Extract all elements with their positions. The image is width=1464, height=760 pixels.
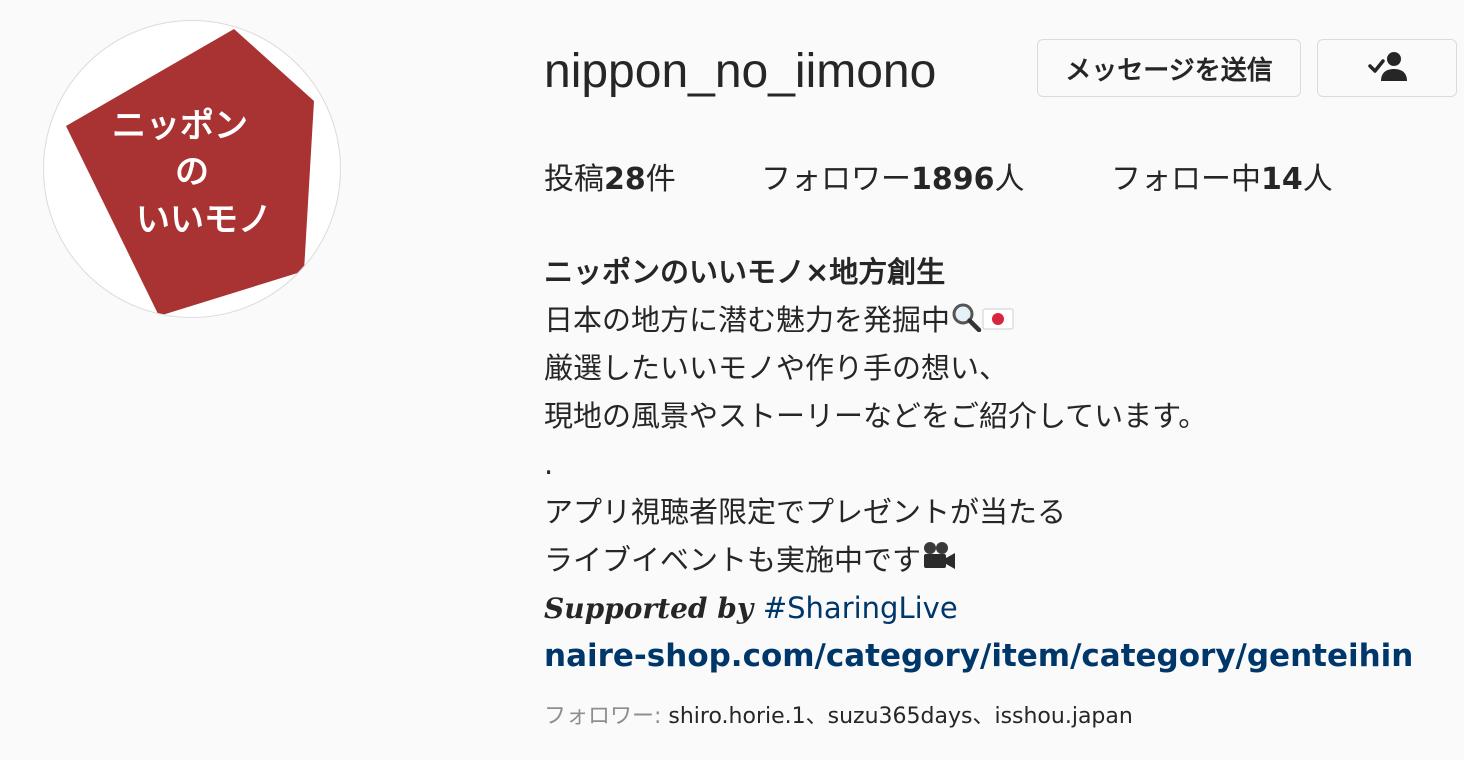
hashtag-link[interactable]: #SharingLive <box>763 591 958 625</box>
stat-followers[interactable]: フォロワー1896人 <box>761 160 1025 200</box>
person-check-icon <box>1367 50 1407 86</box>
bio-line-5: アプリ視聴者限定でプレゼントが当たる <box>544 495 1067 529</box>
stat-following[interactable]: フォロー中14人 <box>1111 160 1333 200</box>
send-message-button[interactable]: メッセージを送信 <box>1037 39 1301 97</box>
stat-following-label: フォロー中 <box>1111 162 1261 197</box>
avatar-text-line1: ニッポン <box>112 106 248 146</box>
bio-link-line: naire-shop.com/category/item/category/ge… <box>544 632 1413 680</box>
profile-bio: ニッポンのいいモノ×地方創生 日本の地方に潜む魅力を発掘中 厳選したいいモノや作… <box>544 248 1413 680</box>
stat-posts-value: 28 <box>604 162 646 197</box>
bio-line-1: 日本の地方に潜む魅力を発掘中 <box>544 296 1413 344</box>
stat-followers-unit: 人 <box>994 162 1025 197</box>
stat-following-value: 14 <box>1261 162 1303 197</box>
bio-line-6-text: ライブイベントも実施中です <box>544 543 922 577</box>
stat-posts-unit: 件 <box>645 162 676 197</box>
bio-title: ニッポンのいいモノ×地方創生 <box>544 255 946 289</box>
video-camera-icon <box>921 538 957 586</box>
profile-username: nippon_no_iimono <box>544 45 937 98</box>
stat-followers-label: フォロワー <box>761 162 911 197</box>
followed-by-label: フォロワー: <box>544 704 669 729</box>
following-button[interactable] <box>1317 39 1457 97</box>
supported-by-text: Supported by <box>544 592 763 625</box>
bio-line-3: 現地の風景やストーリーなどをご紹介しています。 <box>544 399 1208 433</box>
stat-posts: 投稿28件 <box>544 160 676 200</box>
japan-flag-icon <box>982 298 1014 346</box>
avatar-text-line2: の <box>175 152 209 192</box>
bio-supported-line: Supported by #SharingLive <box>544 584 1413 632</box>
followed-by-names: shiro.horie.1、suzu365days、isshou.japan <box>668 704 1133 729</box>
bio-website-link[interactable]: naire-shop.com/category/item/category/ge… <box>544 638 1413 674</box>
bio-line-1-text: 日本の地方に潜む魅力を発掘中 <box>544 303 951 337</box>
bio-line-2: 厳選したいいモノや作り手の想い、 <box>544 351 1009 385</box>
followed-by[interactable]: フォロワー: shiro.horie.1、suzu365days、isshou.… <box>544 702 1133 732</box>
avatar-text-line3: いいモノ <box>136 200 272 240</box>
bio-line-4: . <box>544 447 554 481</box>
profile-avatar[interactable]: ニッポン の いいモノ <box>43 20 341 318</box>
stat-followers-value: 1896 <box>911 162 995 197</box>
send-message-label: メッセージを送信 <box>1065 55 1273 86</box>
bio-line-6: ライブイベントも実施中です <box>544 536 1413 584</box>
stat-following-unit: 人 <box>1302 162 1333 197</box>
magnifying-glass-icon <box>950 298 982 346</box>
stat-posts-label: 投稿 <box>544 162 604 197</box>
avatar-logo: ニッポン の いいモノ <box>66 29 314 316</box>
